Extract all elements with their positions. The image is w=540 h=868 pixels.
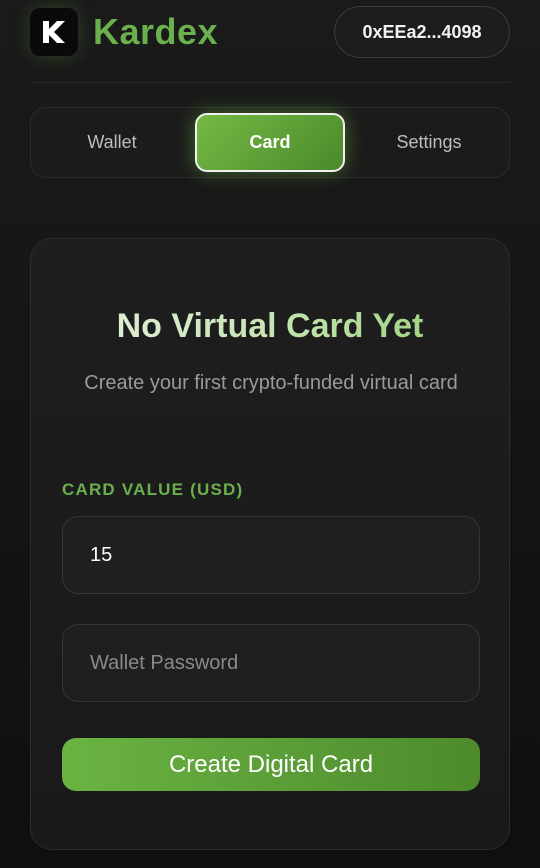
wallet-address-button[interactable]: 0xEEa2...4098 — [334, 6, 510, 58]
kardex-logo[interactable] — [30, 8, 78, 56]
header-divider — [30, 82, 510, 83]
create-card-panel: No Virtual Card Yet Create your first cr… — [30, 238, 510, 850]
wallet-password-input[interactable] — [62, 624, 480, 702]
app-header: Kardex 0xEEa2...4098 — [30, 6, 510, 58]
tab-card[interactable]: Card — [195, 113, 345, 172]
create-digital-card-button[interactable]: Create Digital Card — [62, 738, 480, 791]
card-value-label: CARD VALUE (USD) — [62, 480, 244, 499]
tab-settings[interactable]: Settings — [354, 113, 504, 172]
empty-state-title: No Virtual Card Yet — [31, 307, 509, 346]
k-logo-icon — [43, 21, 65, 43]
brand-name: Kardex — [93, 11, 219, 52]
empty-state-subtitle: Create your first crypto-funded virtual … — [84, 372, 458, 394]
brand: Kardex — [30, 8, 218, 56]
tab-bar: Wallet Card Settings — [30, 107, 510, 178]
tab-wallet[interactable]: Wallet — [37, 113, 187, 172]
card-value-input[interactable] — [62, 516, 480, 594]
